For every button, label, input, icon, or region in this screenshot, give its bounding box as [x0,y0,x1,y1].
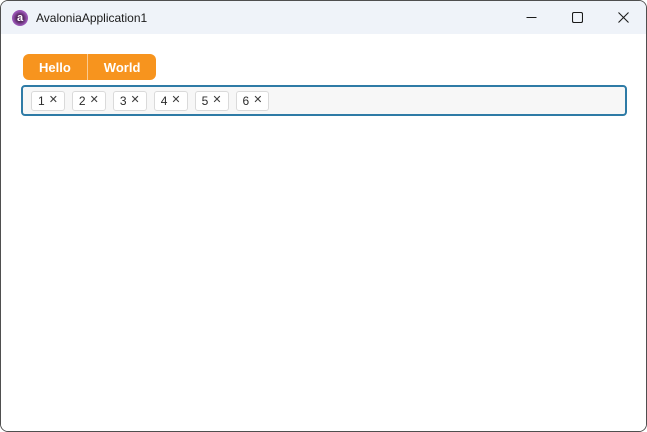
window-title: AvaloniaApplication1 [36,10,148,25]
avalonia-logo-icon: a [12,9,28,26]
minimize-button[interactable] [508,1,554,34]
tag-chip: 1 ✕ [31,90,65,111]
tag-value: 4 [160,93,168,108]
tag-remove-icon[interactable]: ✕ [171,95,180,106]
tag-value: 6 [242,93,250,108]
tag-chip: 3 ✕ [112,90,147,111]
tag-value: 3 [119,93,127,108]
tag-remove-icon[interactable]: ✕ [49,95,58,106]
world-button[interactable]: World [88,54,157,80]
hello-world-button-group: Hello World [23,54,157,80]
tag-value: 5 [201,93,209,108]
tags-input-box[interactable]: 1 ✕ 2 ✕ 3 ✕ 4 ✕ 5 ✕ 6 ✕ [21,85,627,116]
tag-chip: 2 ✕ [71,90,106,111]
tag-chip: 5 ✕ [194,90,229,111]
hello-button[interactable]: Hello [23,54,87,80]
minimize-icon [526,16,536,19]
tag-remove-icon[interactable]: ✕ [131,95,140,106]
app-window: a AvaloniaApplication1 Hello World 1 ✕ 2… [0,0,647,432]
title-bar[interactable]: a AvaloniaApplication1 [1,1,646,34]
tag-value: 1 [38,93,45,108]
title-bar-left: a AvaloniaApplication1 [1,9,148,26]
tag-chip: 6 ✕ [235,90,270,111]
tag-remove-icon[interactable]: ✕ [90,95,99,106]
tag-remove-icon[interactable]: ✕ [212,95,221,106]
maximize-icon [571,12,583,23]
close-icon [617,12,629,23]
close-button[interactable] [600,1,646,34]
tag-remove-icon[interactable]: ✕ [253,95,262,106]
window-controls [508,1,646,34]
maximize-button[interactable] [554,1,600,34]
main-content: Hello World 1 ✕ 2 ✕ 3 ✕ 4 ✕ 5 ✕ 6 ✕ [1,34,646,431]
tag-value: 2 [78,93,86,108]
tag-chip: 4 ✕ [153,90,188,111]
